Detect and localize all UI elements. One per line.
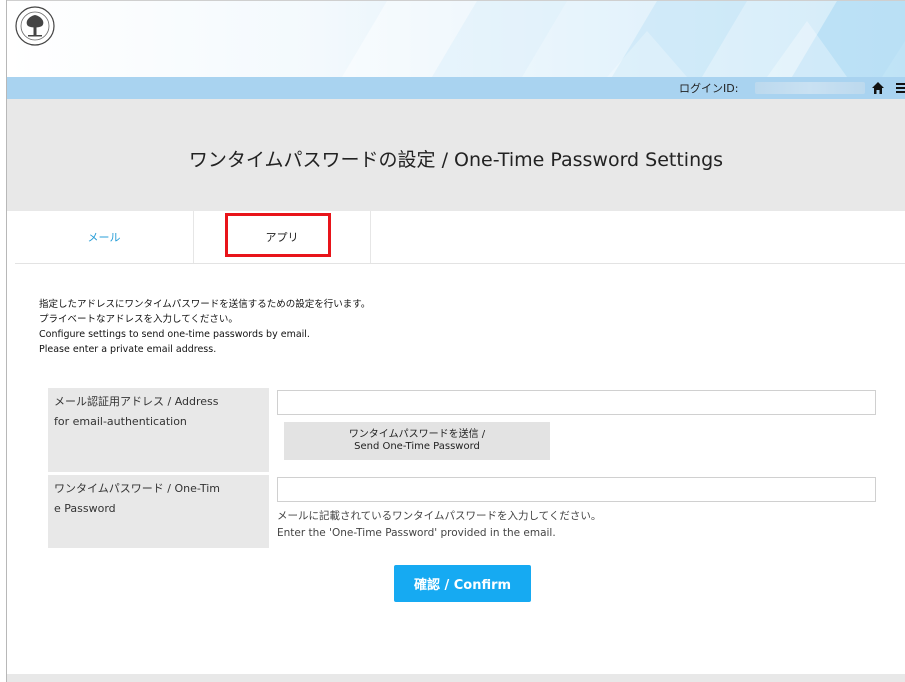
intro-text: 指定したアドレスにワンタイムパスワードを送信するための設定を行います。 プライベ… <box>39 297 370 357</box>
footer-band <box>7 674 905 682</box>
intro-line: 指定したアドレスにワンタイムパスワードを送信するための設定を行います。 <box>39 299 371 310</box>
page-title: ワンタイムパスワードの設定 / One-Time Password Settin… <box>188 149 724 171</box>
otp-label-cell: ワンタイムパスワード / One-Tim e Password <box>48 475 269 548</box>
tab-bar: メール アプリ <box>15 211 905 264</box>
home-icon[interactable] <box>871 81 885 95</box>
send-otp-button[interactable]: ワンタイムパスワードを送信 / Send One-Time Password <box>284 422 550 460</box>
otp-label-line1: ワンタイムパスワード / One-Tim <box>54 482 220 495</box>
intro-line: プライベートなアドレスを入力してください。 <box>39 314 238 325</box>
header-banner <box>7 1 905 77</box>
otp-hint-en: Enter the 'One-Time Password' provided i… <box>277 527 556 539</box>
otp-hint-ja: メールに記載されているワンタイムパスワードを入力してください。 <box>277 510 602 522</box>
address-label-cell: メール認証用アドレス / Address for email-authentic… <box>48 388 269 472</box>
confirm-button[interactable]: 確認 / Confirm <box>394 565 531 602</box>
hamburger-menu-icon[interactable] <box>896 81 905 95</box>
address-label-line2: for email-authentication <box>54 415 187 428</box>
login-bar: ログインID: <box>7 77 905 99</box>
title-area: ワンタイムパスワードの設定 / One-Time Password Settin… <box>7 99 905 211</box>
intro-line: Configure settings to send one-time pass… <box>39 329 310 340</box>
red-highlight-box <box>225 213 331 257</box>
send-otp-button-label-en: Send One-Time Password <box>354 441 480 452</box>
email-address-input[interactable] <box>277 390 876 415</box>
banner-pattern <box>342 1 905 77</box>
intro-line: Please enter a private email address. <box>39 344 217 355</box>
send-otp-button-label-ja: ワンタイムパスワードを送信 / <box>348 429 486 440</box>
tab-mail[interactable]: メール <box>15 211 194 263</box>
login-id-label: ログインID: <box>679 82 739 95</box>
address-label-line1: メール認証用アドレス / Address <box>54 395 219 408</box>
page: ログインID: ワンタイムパスワードの設定 / One-Time Passwor… <box>7 1 905 682</box>
otp-label-line2: e Password <box>54 502 116 515</box>
otp-input[interactable] <box>277 477 876 502</box>
login-id-value-redacted <box>755 82 865 94</box>
university-seal-logo[interactable] <box>15 6 55 46</box>
